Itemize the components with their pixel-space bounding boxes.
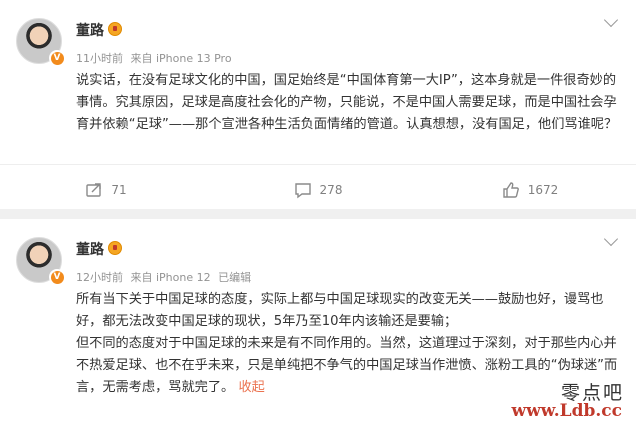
- action-bar: 71 278 1672: [0, 170, 636, 210]
- like-count: 1672: [527, 183, 559, 197]
- chevron-down-icon[interactable]: [603, 12, 619, 28]
- comment-button[interactable]: 278: [212, 170, 424, 210]
- post-meta: 11小时前 来自 iPhone 13 Pro: [76, 50, 232, 66]
- author-name[interactable]: 董路: [76, 20, 104, 40]
- comment-icon: [294, 183, 311, 199]
- edited-label[interactable]: 已编辑: [218, 271, 251, 284]
- member-badge-icon[interactable]: [108, 22, 122, 36]
- verified-v-icon: V: [49, 269, 65, 285]
- chevron-down-icon[interactable]: [603, 231, 619, 247]
- repost-count: 71: [111, 183, 127, 197]
- post-text: 说实话，在没有足球文化的中国，国足始终是“中国体育第一大IP”，这本身就是一件很…: [76, 70, 620, 136]
- post-meta: 12小时前 来自 iPhone 12 已编辑: [76, 269, 251, 285]
- post-card: V 董路 11小时前 来自 iPhone 13 Pro 说实话，在没有足球文化的…: [0, 0, 636, 209]
- post-source: 来自 iPhone 12: [130, 271, 211, 284]
- member-badge-icon[interactable]: [108, 241, 122, 255]
- post-time[interactable]: 11小时前: [76, 52, 123, 65]
- repost-button[interactable]: 71: [0, 170, 212, 210]
- collapse-link[interactable]: 收起: [238, 380, 264, 395]
- divider: [0, 164, 636, 165]
- verified-v-icon: V: [49, 50, 65, 66]
- like-button[interactable]: 1672: [424, 170, 636, 210]
- repost-icon: [86, 183, 102, 197]
- author-name[interactable]: 董路: [76, 239, 104, 259]
- comment-count: 278: [319, 183, 343, 197]
- post-card: V 董路 12小时前 来自 iPhone 12 已编辑 所有当下关于中国足球的态…: [0, 219, 636, 426]
- post-source: 来自 iPhone 13 Pro: [130, 52, 232, 65]
- post-text: 所有当下关于中国足球的态度，实际上都与中国足球现实的改变无关——鼓励也好，谩骂也…: [76, 289, 620, 399]
- post-paragraph: 说实话，在没有足球文化的中国，国足始终是“中国体育第一大IP”，这本身就是一件很…: [76, 73, 618, 132]
- watermark-url: www.Ldb.cc: [511, 401, 622, 421]
- post-time[interactable]: 12小时前: [76, 271, 123, 284]
- thumbs-up-icon: [503, 182, 519, 198]
- post-paragraph: 但不同的态度对于中国足球的未来是有不同作用的。当然，这道理过于深刻，对于那些内心…: [76, 336, 618, 395]
- post-paragraph: 所有当下关于中国足球的态度，实际上都与中国足球现实的改变无关——鼓励也好，谩骂也…: [76, 292, 604, 329]
